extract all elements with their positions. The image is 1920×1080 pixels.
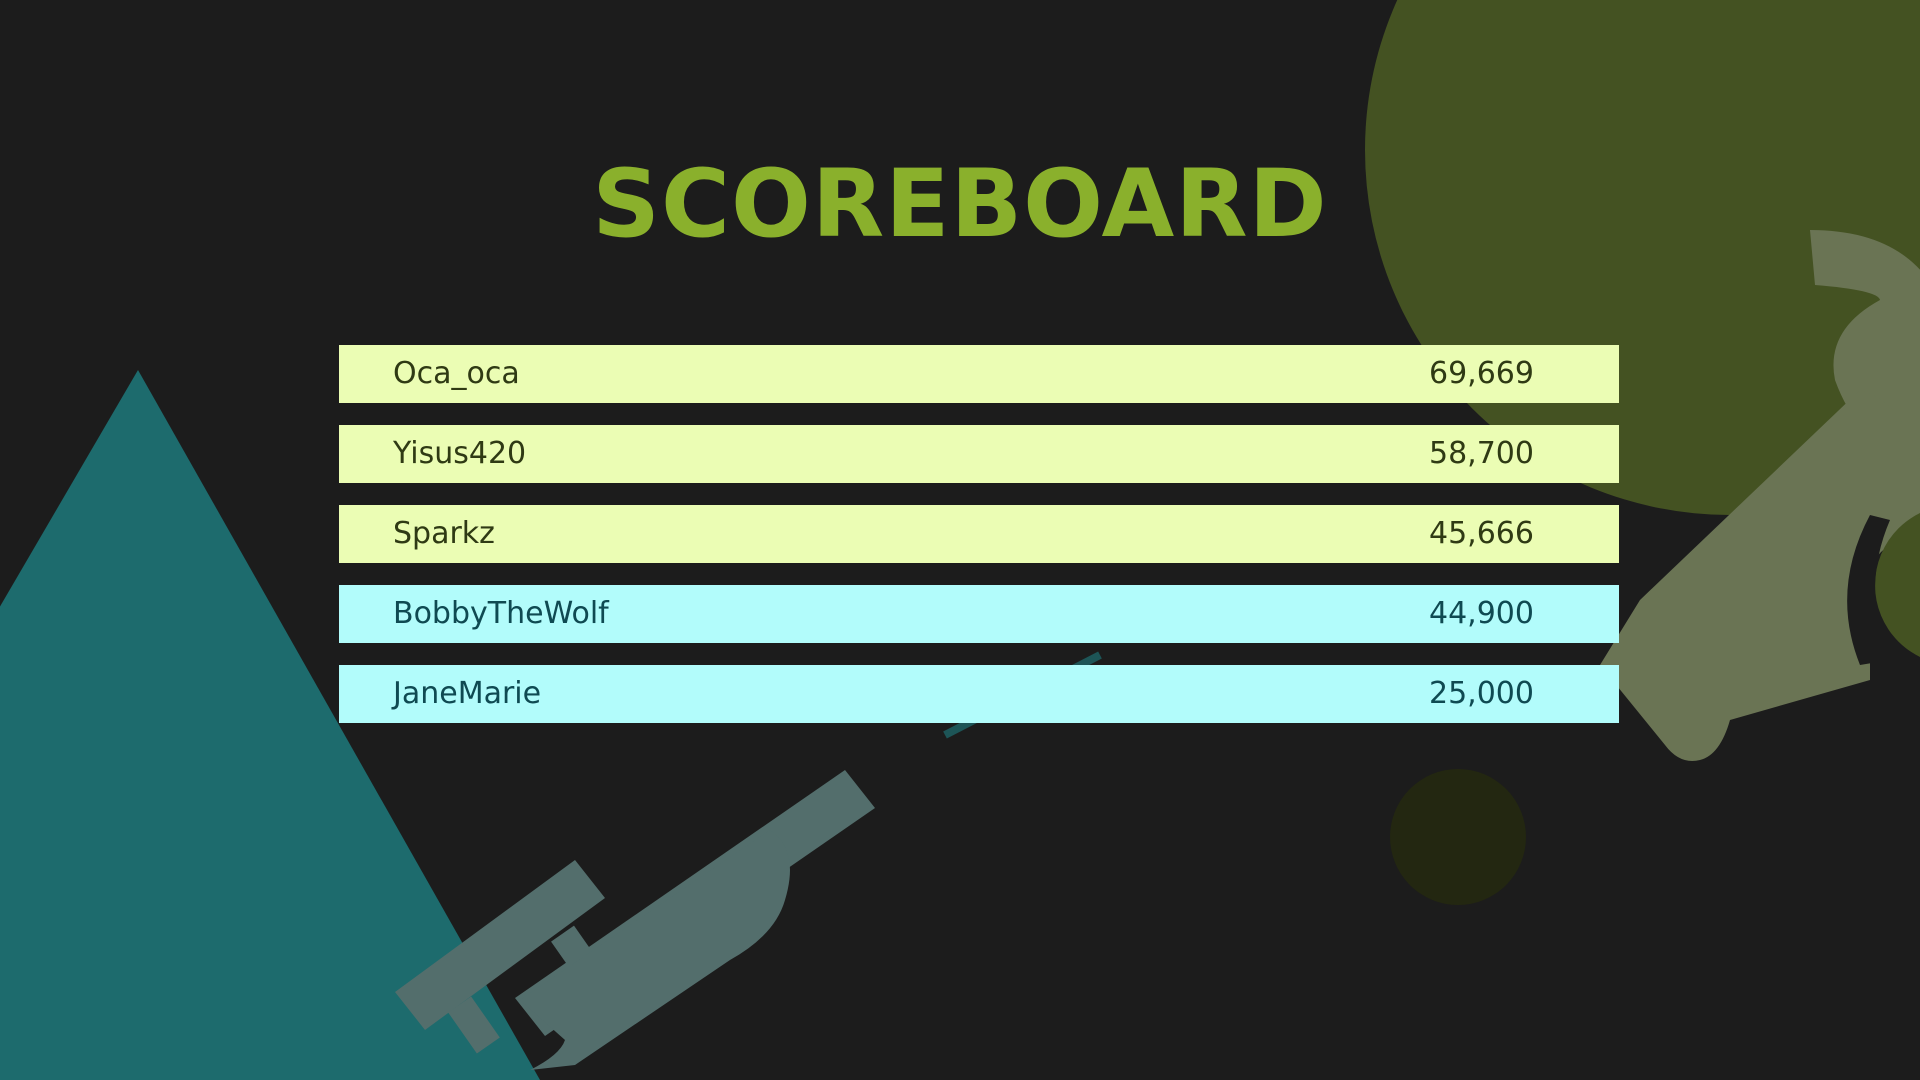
player-name: Oca_oca [393,356,520,391]
small-circle-decoration [1390,769,1526,905]
score-row: JaneMarie 25,000 [339,665,1619,723]
scoreboard-slide: SCOREBOARD Oca_oca 69,669 Yisus420 58,700 Sp… [0,0,1920,1080]
score-row: Oca_oca 69,669 [339,345,1619,403]
score-list: Oca_oca 69,669 Yisus420 58,700 Sparkz 45,666 B… [339,345,1619,745]
player-score: 45,666 [1429,516,1534,551]
score-row: BobbyTheWolf 44,900 [339,585,1619,643]
player-name: Yisus420 [393,436,527,471]
score-row: Sparkz 45,666 [339,505,1619,563]
sled-icon [395,770,875,1070]
player-score: 25,000 [1429,676,1534,711]
player-score: 44,900 [1429,596,1534,631]
page-title: SCOREBOARD [592,150,1328,259]
player-score: 58,700 [1429,436,1534,471]
player-name: BobbyTheWolf [393,596,609,631]
player-name: JaneMarie [393,676,542,711]
player-score: 69,669 [1429,356,1534,391]
player-name: Sparkz [393,516,495,551]
score-row: Yisus420 58,700 [339,425,1619,483]
